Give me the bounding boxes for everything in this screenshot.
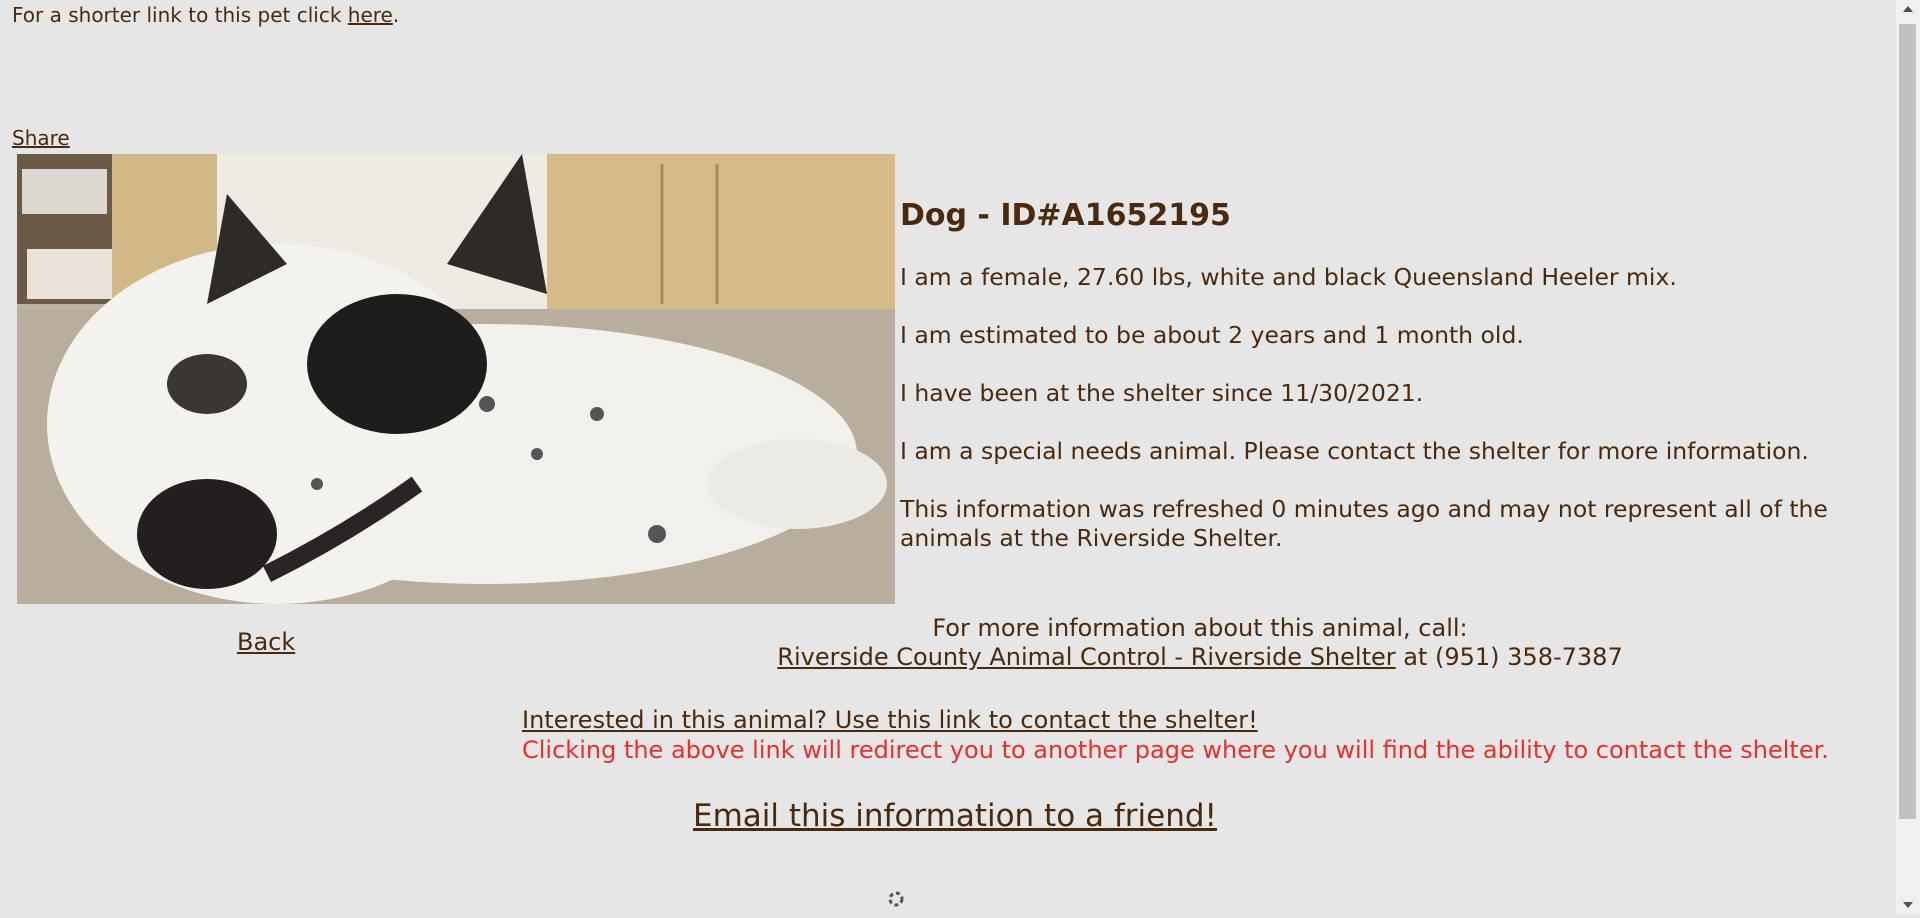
redirect-note: Clicking the above link will redirect yo… — [522, 736, 1829, 764]
scroll-down-arrow-icon[interactable] — [1896, 894, 1920, 914]
scrollbar-thumb[interactable] — [1899, 24, 1916, 819]
shelter-phone: at (951) 358-7387 — [1395, 643, 1623, 671]
back-link[interactable]: Back — [237, 628, 295, 656]
contact-shelter-section: Interested in this animal? Use this link… — [522, 705, 1829, 765]
pet-title: Dog - ID#A1652195 — [900, 198, 1231, 233]
shorter-link-here[interactable]: here — [348, 3, 393, 27]
shorter-link-prefix: For a shorter link to this pet click — [12, 3, 348, 27]
scroll-up-arrow-icon[interactable] — [1896, 0, 1920, 20]
shorter-link-suffix: . — [392, 3, 400, 27]
dog-photo-illustration — [17, 154, 895, 604]
loading-spinner-icon — [888, 888, 904, 910]
contact-shelter-link[interactable]: Interested in this animal? Use this link… — [522, 706, 1258, 734]
pet-description-intake-date: I have been at the shelter since 11/30/2… — [900, 379, 1424, 407]
pet-description-age: I am estimated to be about 2 years and 1… — [900, 321, 1524, 349]
pet-photo — [17, 154, 895, 604]
shelter-line: Riverside County Animal Control - Rivers… — [690, 643, 1710, 672]
shelter-link[interactable]: Riverside County Animal Control - Rivers… — [777, 643, 1395, 671]
call-info: For more information about this animal, … — [690, 614, 1710, 672]
pet-description-special-needs: I am a special needs animal. Please cont… — [900, 437, 1809, 465]
call-line: For more information about this animal, … — [932, 614, 1468, 642]
pet-description-basics: I am a female, 27.60 lbs, white and blac… — [900, 263, 1677, 291]
pet-info: Dog - ID#A1652195 I am a female, 27.60 l… — [900, 198, 1870, 582]
email-friend-link[interactable]: Email this information to a friend! — [693, 798, 1217, 834]
pet-description-refresh-note: This information was refreshed 0 minutes… — [900, 495, 1828, 552]
share-link[interactable]: Share — [12, 126, 70, 150]
shorter-link-line: For a shorter link to this pet click her… — [12, 3, 399, 27]
